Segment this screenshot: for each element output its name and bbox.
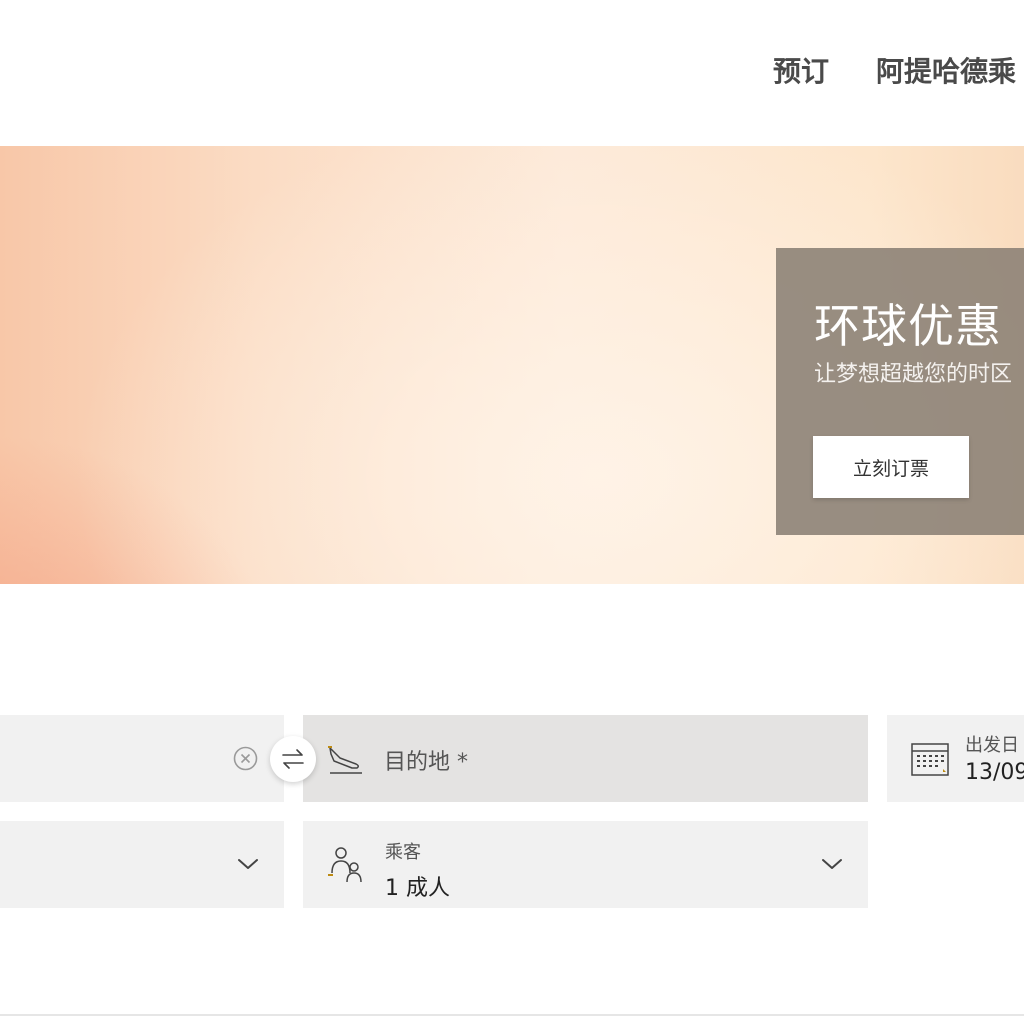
chevron-down-icon: [822, 859, 842, 869]
page: 预订 阿提哈德乘 环球优惠 让梦想超越您的时区 立刻订票 目的地 * 出发日 1…: [0, 0, 1024, 1024]
calendar-icon: [911, 743, 949, 776]
top-navigation: 预订 阿提哈德乘: [0, 0, 1024, 146]
book-now-button[interactable]: 立刻订票: [813, 436, 969, 498]
divider: [0, 1014, 1024, 1016]
hero-subtitle: 让梦想超越您的时区: [814, 362, 1013, 387]
clear-icon[interactable]: [233, 746, 258, 771]
swap-button[interactable]: [270, 736, 316, 782]
departure-date-label: 出发日: [965, 735, 1019, 756]
passengers-icon: [328, 847, 362, 883]
destination-placeholder: 目的地 *: [384, 750, 468, 775]
swap-arrows-icon: [282, 749, 304, 769]
hero-title: 环球优惠: [814, 299, 1002, 353]
chevron-down-icon: [238, 859, 258, 869]
passengers-label: 乘客: [385, 842, 421, 863]
plane-landing-icon: [328, 746, 362, 774]
hero-banner: 环球优惠 让梦想超越您的时区 立刻订票: [0, 146, 1024, 584]
nav-item-etihad-guest[interactable]: 阿提哈德乘: [876, 50, 1016, 90]
departure-date-value: 13/09: [965, 760, 1024, 785]
passengers-value: 1 成人: [385, 876, 450, 901]
departure-date-field[interactable]: [887, 715, 1024, 802]
hero-promo-panel: 环球优惠 让梦想超越您的时区 立刻订票: [776, 248, 1024, 535]
nav-item-book[interactable]: 预订: [773, 50, 829, 90]
